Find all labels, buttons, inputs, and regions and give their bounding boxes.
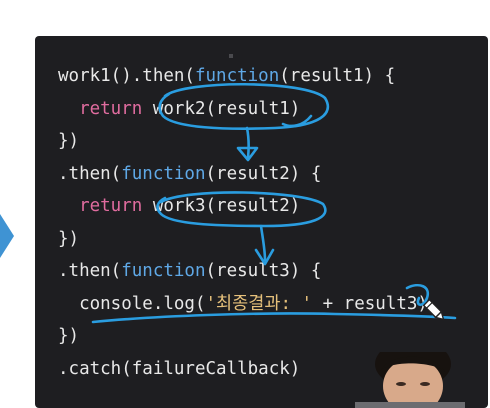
function-keyword: function: [121, 261, 206, 281]
code-text: (result3) {: [205, 261, 322, 281]
code-text: + result3): [312, 293, 428, 314]
code-line-8: console.log('최종결과: ' + result3): [58, 288, 428, 321]
code-text: .then(: [58, 163, 122, 184]
code-text: work3(result2): [142, 196, 301, 216]
code-line-9: }): [58, 320, 428, 353]
code-slide: work1().then(function(result1) { return …: [35, 36, 488, 408]
code-text: console.log(: [79, 293, 206, 314]
code-line-6: }): [58, 223, 428, 256]
code-text: .then(: [58, 261, 122, 281]
play-arrow-icon[interactable]: [0, 214, 14, 258]
code-text: (result2) {: [205, 163, 322, 184]
code-text: }): [58, 326, 80, 346]
code-line-3: }): [58, 125, 428, 158]
code-line-2: return work2(result1): [58, 93, 428, 126]
return-keyword: return: [79, 98, 143, 119]
code-block: work1().then(function(result1) { return …: [58, 60, 428, 385]
code-text: }): [58, 228, 80, 249]
code-text: (result1) {: [279, 66, 396, 86]
function-keyword: function: [194, 66, 280, 86]
function-keyword: function: [121, 163, 206, 184]
code-text: work1().then(: [58, 66, 195, 86]
presenter-webcam: [355, 352, 465, 408]
code-line-4: .then(function(result2) {: [58, 158, 428, 191]
pencil-icon: [422, 298, 445, 321]
code-line-1: work1().then(function(result1) {: [58, 60, 428, 93]
return-keyword: return: [79, 196, 143, 216]
code-text: work2(result1): [142, 98, 301, 119]
code-line-5: return work3(result2): [58, 190, 428, 223]
slide-marker: [229, 54, 233, 58]
code-text: }): [58, 131, 80, 151]
string-literal: '최종결과: ': [205, 293, 313, 314]
code-text: .catch(failureCallback): [58, 358, 301, 379]
code-line-7: .then(function(result3) {: [58, 255, 428, 288]
